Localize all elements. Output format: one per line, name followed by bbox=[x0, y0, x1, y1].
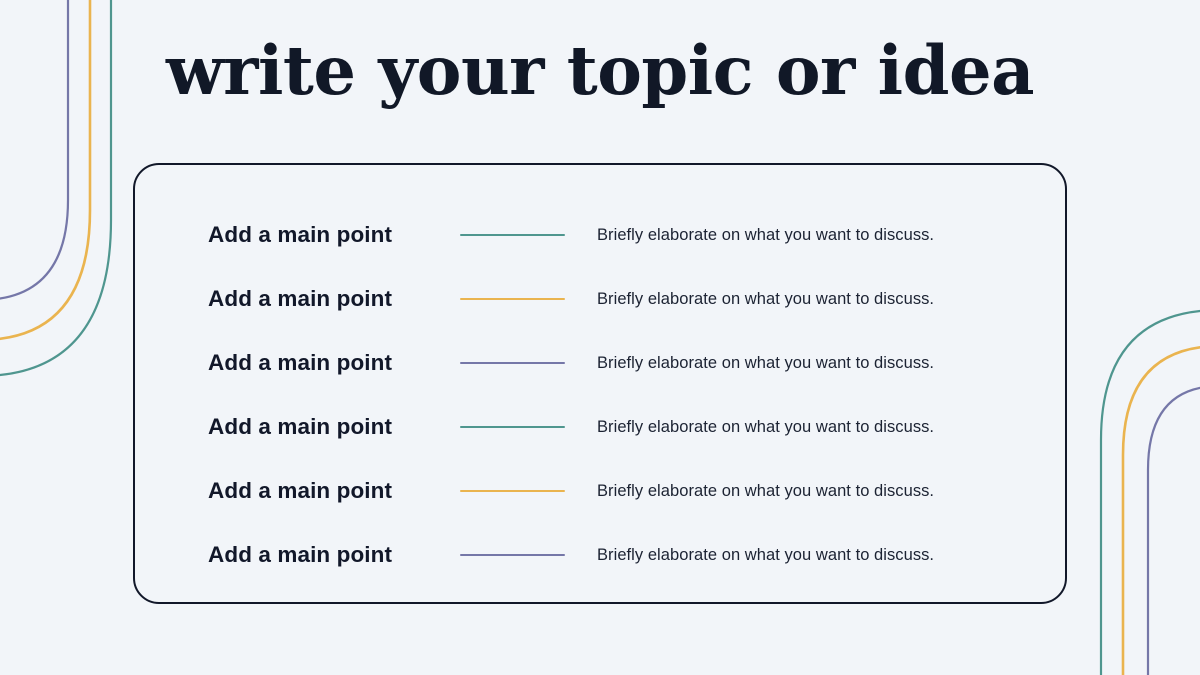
connector-rule bbox=[460, 425, 565, 429]
main-point-title: Add a main point bbox=[208, 542, 393, 567]
page-title: write your topic or idea bbox=[166, 31, 1035, 110]
list-item[interactable]: Add a main point Briefly elaborate on wh… bbox=[135, 267, 1065, 331]
main-point-description: Briefly elaborate on what you want to di… bbox=[597, 353, 935, 372]
list-item[interactable]: Add a main point Briefly elaborate on wh… bbox=[135, 459, 1065, 523]
main-point-title: Add a main point bbox=[208, 478, 393, 503]
bottom-right-curve-group bbox=[1099, 310, 1200, 675]
main-point-title: Add a main point bbox=[208, 222, 393, 247]
purple-curve-bottom-right bbox=[1146, 386, 1200, 675]
main-point-description: Briefly elaborate on what you want to di… bbox=[597, 225, 935, 244]
list-item[interactable]: Add a main point Briefly elaborate on wh… bbox=[135, 203, 1065, 267]
main-point-title: Add a main point bbox=[208, 350, 393, 375]
connector-rule bbox=[460, 297, 565, 301]
main-point-title: Add a main point bbox=[208, 414, 393, 439]
orange-curve-bottom-right bbox=[1121, 346, 1200, 675]
teal-curve-bottom-right bbox=[1099, 310, 1200, 675]
connector-rule bbox=[460, 553, 565, 557]
connector-rule bbox=[460, 361, 565, 365]
main-points-panel: Add a main point Briefly elaborate on wh… bbox=[133, 163, 1067, 604]
main-point-description: Briefly elaborate on what you want to di… bbox=[597, 289, 935, 308]
list-item[interactable]: Add a main point Briefly elaborate on wh… bbox=[135, 395, 1065, 459]
main-points-list: Add a main point Briefly elaborate on wh… bbox=[135, 165, 1065, 602]
main-point-description: Briefly elaborate on what you want to di… bbox=[597, 481, 935, 500]
list-item[interactable]: Add a main point Briefly elaborate on wh… bbox=[135, 331, 1065, 395]
main-point-title: Add a main point bbox=[208, 286, 393, 311]
main-point-description: Briefly elaborate on what you want to di… bbox=[597, 417, 935, 436]
connector-rule bbox=[460, 233, 565, 237]
main-point-description: Briefly elaborate on what you want to di… bbox=[597, 545, 935, 564]
list-item[interactable]: Add a main point Briefly elaborate on wh… bbox=[135, 523, 1065, 587]
connector-rule bbox=[460, 489, 565, 493]
